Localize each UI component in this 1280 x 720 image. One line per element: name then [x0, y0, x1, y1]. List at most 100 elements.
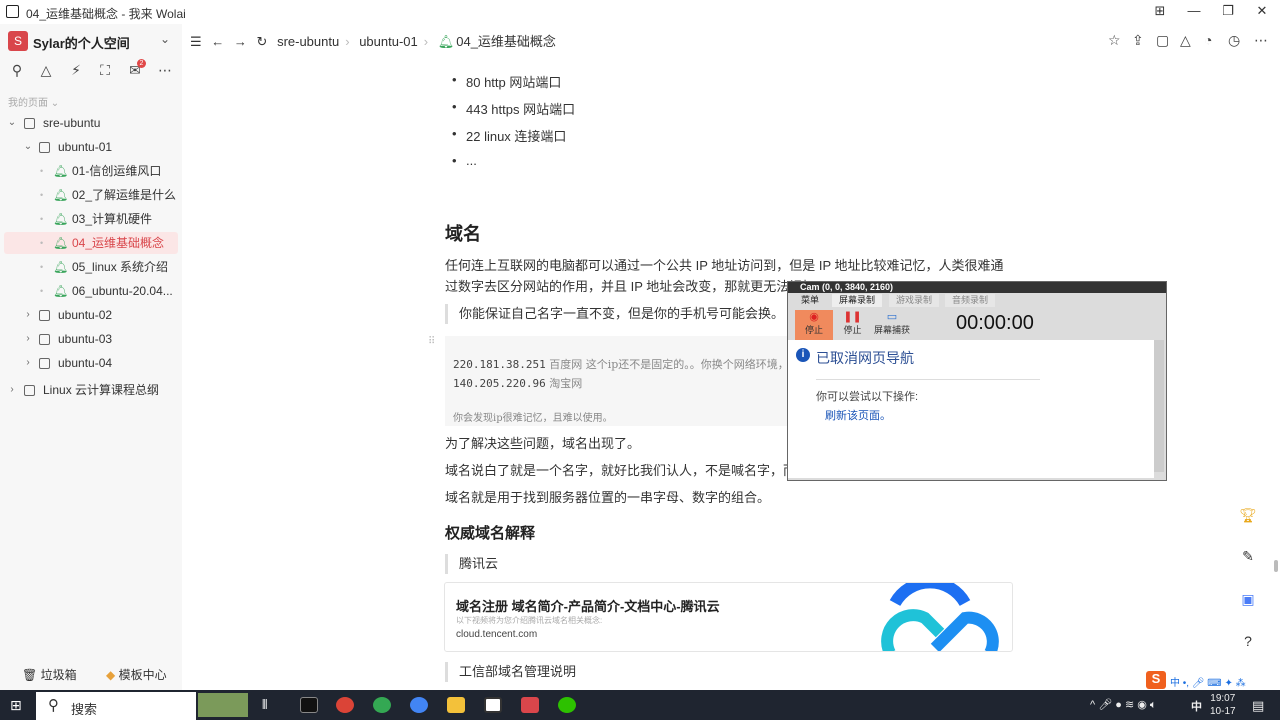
- tree-item-page-selected[interactable]: • 🔔︎ 04_运维基础概念: [4, 232, 178, 254]
- sogou-ime-icon[interactable]: S: [1146, 671, 1166, 689]
- recorder-tab[interactable]: 游戏录制: [889, 294, 940, 307]
- tree-item-ubuntu-02[interactable]: › ubuntu-02: [4, 304, 178, 326]
- workspace-name[interactable]: Sylar的个人空间: [33, 33, 130, 52]
- breadcrumb-item[interactable]: sre-ubuntu: [277, 34, 339, 49]
- refresh-page-link[interactable]: 刷新该页面。: [825, 407, 891, 423]
- user-icon[interactable]: ◔: [1204, 32, 1212, 48]
- card-url: cloud.tencent.com: [456, 629, 538, 640]
- list-item: 80 http 网站端口: [452, 72, 561, 91]
- recorder-tab-active[interactable]: 屏幕录制: [832, 294, 883, 307]
- bell-icon: 🔔︎: [53, 164, 69, 178]
- monitor-icon: ▭: [886, 311, 898, 323]
- tree-label: ubuntu-02: [58, 308, 113, 322]
- graph-icon[interactable]: △: [37, 62, 55, 79]
- chrome-icon[interactable]: [336, 697, 354, 713]
- breadcrumb-item[interactable]: ubuntu-01: [359, 34, 418, 49]
- forward-icon[interactable]: →: [234, 34, 247, 49]
- tree-item-ubuntu-03[interactable]: › ubuntu-03: [4, 328, 178, 350]
- tree-item-page[interactable]: • 🔔︎ 06_ubuntu-20.04...: [4, 280, 178, 302]
- app-icon[interactable]: [484, 697, 502, 713]
- paragraph: 域名说白了就是一个名字，就好比我们认人，不是喊名字，而是喊: [445, 463, 790, 478]
- graph-icon[interactable]: △: [1180, 32, 1191, 49]
- task-view-icon[interactable]: ⫴: [262, 697, 280, 713]
- pause-icon: ❚❚: [843, 311, 862, 323]
- tree-item-page[interactable]: • 🔔︎ 03_计算机硬件: [4, 208, 178, 230]
- tree-item-page[interactable]: • 🔔︎ 05_linux 系统介绍: [4, 256, 178, 278]
- tree-item-ubuntu-01[interactable]: ⌄ ubuntu-01: [4, 136, 178, 158]
- card-description: 以下视频将为您介绍腾讯云域名相关概念:: [456, 616, 603, 625]
- terminal-app-icon[interactable]: [300, 697, 318, 713]
- star-icon[interactable]: ☆: [1108, 32, 1121, 49]
- screen-capture-button[interactable]: ▭ 屏幕捕获: [872, 310, 912, 336]
- ime-mode: 中: [1170, 678, 1180, 689]
- edit-icon[interactable]: ✎: [1238, 548, 1258, 568]
- history-icon[interactable]: ◷: [1228, 32, 1240, 49]
- dialog-title: 已取消网页导航: [816, 350, 914, 366]
- frame-icon[interactable]: ⛶: [96, 62, 114, 79]
- my-pages-label[interactable]: 我的页面 ⌄: [8, 94, 59, 109]
- wechat-icon[interactable]: [558, 697, 576, 713]
- chrome-icon[interactable]: [373, 697, 391, 713]
- refresh-icon[interactable]: ↻: [257, 34, 268, 49]
- quote: 你能保证自己名字一直不变，但是你的手机号可能会换。: [445, 304, 785, 324]
- tree-item-sre-ubuntu[interactable]: ⌄ sre-ubuntu: [4, 112, 178, 134]
- top-nav: ☰ ← → ↻ sre-ubuntu › ubuntu-01 › 🔔︎ 04_运维基础…: [190, 34, 556, 49]
- tray-icons[interactable]: ^ 🎤︎ ● ≋ ◉ 🔈︎: [1090, 698, 1156, 712]
- workspace-avatar[interactable]: S: [8, 31, 28, 51]
- trash-button[interactable]: 🗑︎ 垃圾箱: [22, 666, 77, 683]
- recorder-tab[interactable]: 音频录制: [945, 294, 996, 307]
- tree-item-page[interactable]: • 🔔︎ 02_了解运维是什么: [4, 184, 178, 206]
- comment-icon[interactable]: ▢: [1156, 32, 1169, 49]
- record-timer: 00:00:00: [956, 312, 1034, 334]
- code-ip: 140.205.220.96: [453, 377, 546, 390]
- back-icon[interactable]: ←: [211, 34, 224, 49]
- link-card[interactable]: 域名注册 域名简介-产品简介-文档中心-腾讯云 以下视频将为您介绍腾讯云域名相关…: [444, 582, 1013, 652]
- robot-icon[interactable]: ▣: [1238, 591, 1258, 611]
- list-item: ...: [452, 153, 477, 168]
- recorder-tab[interactable]: 菜单: [794, 294, 826, 307]
- lightning-icon[interactable]: ⚡: [67, 62, 85, 79]
- templates-button[interactable]: ◆ 模板中心: [106, 666, 167, 683]
- tree-item-ubuntu-04[interactable]: › ubuntu-04: [4, 352, 178, 374]
- notification-icon[interactable]: ▤: [1252, 698, 1264, 714]
- search-icon[interactable]: ⚲: [8, 62, 26, 79]
- stop-record-button[interactable]: ◉ 停止: [795, 310, 833, 340]
- search-icon: ⚲: [48, 697, 59, 714]
- tree-label: 02_了解运维是什么: [72, 188, 177, 202]
- share-icon[interactable]: ⇪: [1132, 32, 1144, 49]
- tree-item-page[interactable]: • 🔔︎ 01-信创运维风口: [4, 160, 178, 182]
- layout-icon[interactable]: ⊞: [1150, 3, 1170, 19]
- templates-label: 模板中心: [118, 668, 167, 682]
- clock[interactable]: 19:07 10-17: [1210, 692, 1236, 718]
- code-block: 220.181.38.251 百度网 这个ip还不是固定的。。你换个网络环境， …: [445, 336, 790, 426]
- chevron-down-icon[interactable]: ⌄: [160, 32, 170, 46]
- code-comment: 百度网 这个ip还不是固定的。。你换个网络环境，: [545, 358, 789, 371]
- drag-handle-icon[interactable]: ⠿: [428, 336, 435, 347]
- taskbar-search[interactable]: ⚲ 搜索: [36, 692, 196, 720]
- bell-icon: 🔔︎: [53, 188, 69, 202]
- recorder-app-icon[interactable]: [521, 697, 539, 713]
- tencent-cloud-logo: [881, 583, 999, 651]
- help-icon[interactable]: ?: [1238, 633, 1258, 653]
- windows-start-icon[interactable]: ⊞: [10, 697, 22, 714]
- more-icon[interactable]: ⋯: [156, 62, 174, 79]
- ime-toolbar[interactable]: 中 •, 🎤︎ ⌨ ✦ ⁂: [1170, 674, 1246, 689]
- ime-indicator[interactable]: 中: [1191, 698, 1202, 714]
- tree-item-linux-course[interactable]: › Linux 云计算课程总纲: [4, 379, 178, 401]
- folder-icon[interactable]: [447, 697, 465, 713]
- more-icon[interactable]: ⋯: [1254, 32, 1268, 49]
- trophy-icon[interactable]: 🏆︎: [1238, 507, 1258, 527]
- app-icon: [6, 5, 19, 18]
- breadcrumb-current[interactable]: 04_运维基础概念: [456, 34, 556, 49]
- scrollbar[interactable]: [1154, 340, 1164, 472]
- minimize-button[interactable]: —: [1184, 3, 1204, 18]
- menu-icon[interactable]: ☰: [190, 34, 202, 49]
- scrollbar[interactable]: [1274, 560, 1278, 572]
- maximize-button[interactable]: ❐: [1218, 3, 1238, 19]
- recorder-window[interactable]: Cam (0, 0, 3840, 2160) 菜单 屏幕录制 游戏录制 音频录制…: [787, 281, 1167, 481]
- pause-button[interactable]: ❚❚ 停止: [840, 310, 865, 336]
- button-label: 停止: [843, 325, 862, 335]
- chrome-icon[interactable]: [410, 697, 428, 713]
- close-button[interactable]: ✕: [1252, 3, 1272, 19]
- search-highlight-image: [198, 693, 248, 717]
